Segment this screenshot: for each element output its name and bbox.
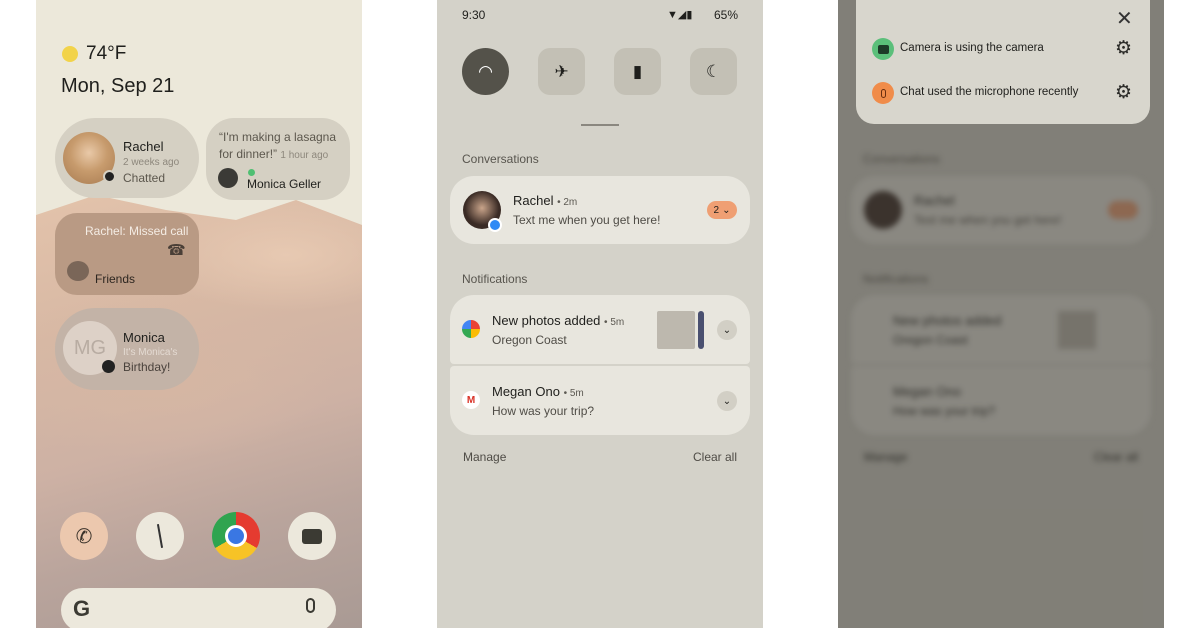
dnd-moon-icon[interactable]: ☾ [690, 48, 737, 95]
notification-shade: 9:30 ▼◢▮ 65% ◠ ✈ ▮ ☾ Conversations Rache… [437, 0, 763, 628]
notification-photos[interactable]: New photos added • 5m Oregon Coast ⌄ [450, 295, 750, 364]
chrome-icon[interactable] [212, 512, 260, 560]
widget-missed-call[interactable]: Rachel: Missed call ☎ Friends [55, 213, 199, 295]
microphone-usage-text[interactable]: Chat used the microphone recently [900, 86, 1078, 98]
missed-call-icon: ☎ [167, 242, 186, 259]
manage-button[interactable]: Manage [463, 450, 506, 464]
clock-icon[interactable] [136, 512, 184, 560]
expand-button[interactable]: ⌄ [717, 391, 737, 411]
phone-icon[interactable]: ✆ [60, 512, 108, 560]
clear-all-button[interactable]: Clear all [693, 450, 737, 464]
google-photos-icon [462, 320, 480, 338]
time: 2 weeks ago [123, 157, 180, 168]
microphone-icon [872, 82, 894, 104]
camera-usage-text[interactable]: Camera is using the camera [900, 42, 1044, 54]
drag-handle[interactable] [581, 124, 619, 126]
google-logo: G [73, 596, 91, 621]
conversation-card[interactable]: Rachel • 2m Text me when you get here! 2… [450, 176, 750, 244]
time: 1 hour ago [280, 150, 329, 161]
home-screen: 74°F Mon, Sep 21 Rachel 2 weeks ago Chat… [36, 0, 362, 628]
status: Birthday! [123, 360, 171, 374]
search-bar[interactable]: G [61, 588, 336, 628]
close-icon[interactable]: ✕ [1116, 6, 1133, 31]
message: Text me when you get here! [513, 213, 661, 227]
contact-name: Rachel [513, 193, 554, 208]
messenger-icon [103, 170, 116, 183]
date[interactable]: Mon, Sep 21 [61, 75, 174, 98]
status-time: 9:30 [462, 8, 486, 22]
widget-rachel[interactable]: Rachel 2 weeks ago Chatted [55, 118, 199, 198]
time: It's Monica's [123, 347, 178, 358]
gmail-icon: M [462, 391, 480, 409]
battery-saver-icon[interactable]: ▮ [614, 48, 661, 95]
photo-thumbnail[interactable] [657, 311, 695, 349]
chevron-down-icon: ⌄ [722, 204, 731, 216]
camera-icon[interactable] [288, 512, 336, 560]
widget-monica-geller[interactable]: “I'm making a lasagna for dinner!” 1 hou… [206, 118, 350, 200]
notification-title: New photos added [492, 313, 601, 328]
camera-icon [872, 38, 894, 60]
widget-monica[interactable]: MG Monica It's Monica's Birthday! [55, 308, 199, 390]
contact-name: Monica [123, 330, 165, 345]
messenger-icon [488, 218, 502, 232]
avatar [218, 168, 238, 188]
battery-level: 65% [714, 8, 739, 22]
time: 2m [563, 197, 578, 208]
message-count: 2 [713, 204, 720, 216]
group-name: Friends [95, 272, 136, 286]
weather-temp[interactable]: 74°F [86, 43, 126, 65]
gear-icon[interactable]: ⚙ [1115, 37, 1132, 60]
notification-title: Megan Ono [492, 384, 560, 399]
partly-sunny-icon [62, 46, 78, 62]
section-notifications: Notifications [462, 272, 528, 286]
privacy-screen: Conversations Rachel Text me when you ge… [838, 0, 1164, 628]
airplane-icon[interactable]: ✈ [538, 48, 585, 95]
contact-name: Monica Geller [247, 177, 322, 191]
status-icons: ▼◢▮ [667, 9, 693, 21]
notification-text: Oregon Coast [492, 333, 567, 347]
notification-text: How was your trip? [492, 404, 595, 418]
expand-count-button[interactable]: 2 ⌄ [707, 201, 737, 219]
notification-gmail[interactable]: M Megan Ono • 5m How was your trip? ⌄ [450, 366, 750, 435]
status: Chatted [123, 171, 166, 185]
section-conversations: Conversations [462, 152, 539, 166]
gear-icon[interactable]: ⚙ [1115, 81, 1132, 104]
time: 5m [610, 317, 625, 328]
online-indicator [248, 169, 255, 176]
contact-name: Rachel [123, 139, 164, 154]
group-avatar [67, 261, 89, 281]
microphone-icon[interactable] [306, 598, 315, 613]
expand-button[interactable]: ⌄ [717, 320, 737, 340]
wifi-icon[interactable]: ◠ [462, 48, 509, 95]
photo-thumbnail[interactable] [698, 311, 704, 349]
privacy-popup: ✕ Camera is using the camera ⚙ Chat used… [856, 0, 1150, 124]
time: 5m [569, 388, 584, 399]
messenger-icon [102, 360, 115, 373]
missed-call-title: Rachel: Missed call [85, 224, 189, 238]
